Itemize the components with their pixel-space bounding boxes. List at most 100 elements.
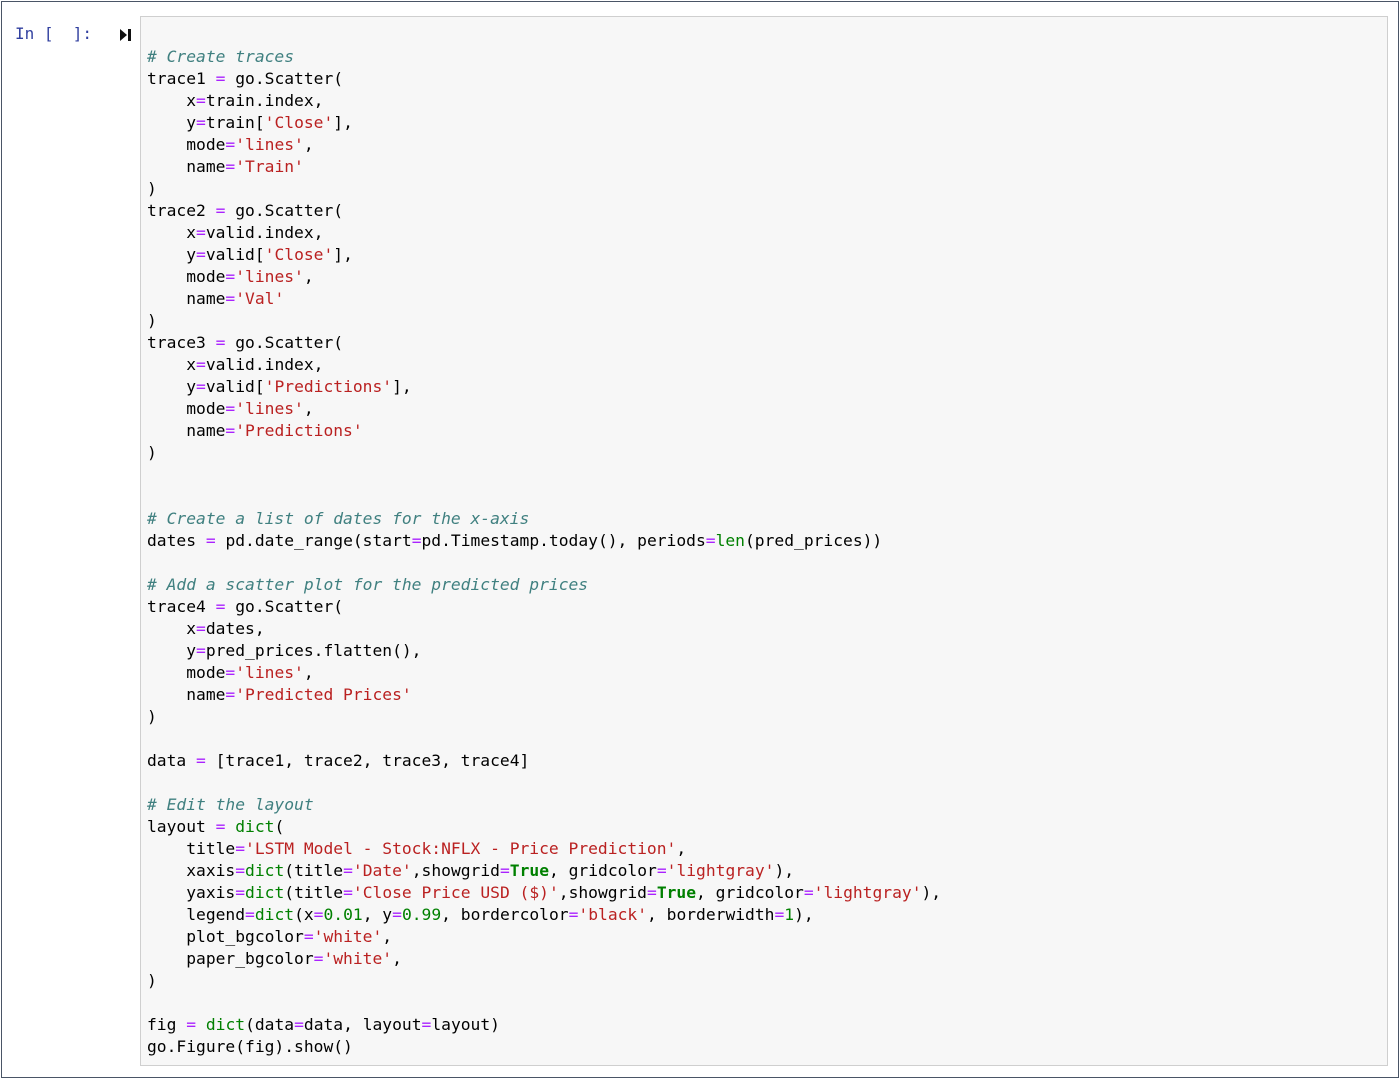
code-token-text: , — [392, 949, 402, 968]
code-line: # Create a list of dates for the x-axis — [147, 508, 941, 530]
code-token-operator: = — [215, 201, 226, 220]
code-token-operator: = — [343, 861, 353, 880]
code-line: y=valid['Close'], — [147, 244, 941, 266]
code-token-number: 1 — [784, 905, 795, 924]
code-token-operator: = — [225, 399, 236, 418]
code-line: ) — [147, 706, 941, 728]
code-token-operator: = — [215, 597, 226, 616]
code-token-text: , gridcolor — [549, 861, 657, 880]
code-line: data = [trace1, trace2, trace3, trace4] — [147, 750, 941, 772]
code-token-comment: # Add a scatter plot for the predicted p… — [147, 575, 589, 594]
code-token-string: 'LSTM Model - Stock:NFLX - Price Predict… — [245, 839, 677, 858]
code-token-text: valid.index, — [205, 355, 324, 374]
code-token-text: mode — [147, 135, 226, 154]
code-token-operator: = — [196, 113, 206, 132]
code-token-operator: = — [215, 333, 226, 352]
code-token-operator: = — [411, 531, 422, 550]
code-token-text: data, layout — [303, 1015, 422, 1034]
code-token-operator: = — [656, 861, 667, 880]
code-token-text: go.Scatter( — [225, 597, 344, 616]
code-token-operator: = — [235, 839, 246, 858]
code-token-text: name — [147, 157, 226, 176]
code-token-operator: = — [225, 289, 236, 308]
code-token-text: layout) — [431, 1015, 500, 1034]
code-token-text: valid.index, — [205, 223, 324, 242]
code-token-text: name — [147, 685, 226, 704]
code-token-string: 'Train' — [235, 157, 304, 176]
code-token-text: x — [147, 355, 197, 374]
code-token-text: go.Scatter( — [225, 69, 344, 88]
code-token-string: 'Close' — [264, 113, 334, 132]
code-editor[interactable]: # Create traces trace1 = go.Scatter( x=tr… — [147, 46, 941, 1058]
code-token-operator: = — [196, 377, 206, 396]
code-token-text: , bordercolor — [441, 905, 569, 924]
code-token-string: 'lines' — [235, 663, 304, 682]
code-token-operator: = — [196, 355, 206, 374]
code-token-text: trace1 — [147, 69, 216, 88]
code-token-operator: = — [196, 619, 206, 638]
code-token-operator: = — [392, 905, 402, 924]
code-token-text: (pred_prices)) — [745, 531, 883, 550]
code-token-text: ), — [774, 861, 795, 880]
code-token-text: ), — [794, 905, 814, 924]
code-line: fig = dict(data=data, layout=layout) — [147, 1014, 941, 1036]
code-token-string: 'lines' — [235, 267, 304, 286]
code-token-text: dates — [147, 531, 206, 550]
code-line: x=valid.index, — [147, 354, 941, 376]
code-token-string: 'white' — [323, 949, 393, 968]
code-token-text: ], — [333, 113, 353, 132]
code-token-operator: = — [196, 751, 206, 770]
code-token-text: ], — [333, 245, 353, 264]
code-token-text: name — [147, 421, 226, 440]
code-token-text: go.Scatter( — [225, 201, 344, 220]
code-token-operator: = — [225, 685, 236, 704]
code-token-text: x — [147, 91, 197, 110]
code-token-number: 0.99 — [401, 905, 442, 924]
code-token-operator: = — [499, 861, 510, 880]
code-line: go.Figure(fig).show() — [147, 1036, 941, 1058]
code-token-keyword: True — [656, 883, 697, 902]
code-token-text: ( — [274, 817, 285, 836]
code-line: name='Predictions' — [147, 420, 941, 442]
code-token-text: y — [147, 113, 197, 132]
code-line: y=pred_prices.flatten(), — [147, 640, 941, 662]
run-cell-icon[interactable] — [119, 27, 133, 43]
code-line: x=train.index, — [147, 90, 941, 112]
code-line: ) — [147, 970, 941, 992]
code-token-operator: = — [235, 883, 246, 902]
code-line: legend=dict(x=0.01, y=0.99, bordercolor=… — [147, 904, 941, 926]
code-token-text: x — [147, 619, 197, 638]
code-line: trace2 = go.Scatter( — [147, 200, 941, 222]
code-token-text: , — [382, 927, 393, 946]
code-line: ) — [147, 442, 941, 464]
code-line: name='Val' — [147, 288, 941, 310]
code-line: name='Train' — [147, 156, 941, 178]
code-token-comment: # Edit the layout — [147, 795, 314, 814]
code-token-operator: = — [421, 1015, 432, 1034]
code-token-string: 'black' — [578, 905, 648, 924]
code-cell-input[interactable]: # Create traces trace1 = go.Scatter( x=tr… — [140, 16, 1388, 1066]
code-token-text: ,showgrid — [411, 861, 500, 880]
code-token-text: ,showgrid — [558, 883, 647, 902]
code-line: layout = dict( — [147, 816, 941, 838]
code-token-string: 'Predicted Prices' — [235, 685, 412, 704]
code-token-operator: = — [705, 531, 716, 550]
code-token-string: 'lines' — [235, 135, 304, 154]
code-token-text: paper_bgcolor — [147, 949, 314, 968]
code-token-text: , — [303, 399, 314, 418]
code-token-string: 'Val' — [235, 289, 285, 308]
code-token-text: pd.Timestamp.today(), periods — [421, 531, 706, 550]
code-token-operator: = — [215, 69, 226, 88]
code-line: trace1 = go.Scatter( — [147, 68, 941, 90]
code-token-operator: = — [205, 531, 216, 550]
code-token-string: 'Close' — [264, 245, 334, 264]
code-token-builtin: dict — [245, 883, 285, 902]
code-token-string: 'Close Price USD ($)' — [352, 883, 559, 902]
code-token-text: trace3 — [147, 333, 216, 352]
code-line: x=valid.index, — [147, 222, 941, 244]
code-token-keyword: True — [509, 861, 549, 880]
code-token-text: name — [147, 289, 226, 308]
